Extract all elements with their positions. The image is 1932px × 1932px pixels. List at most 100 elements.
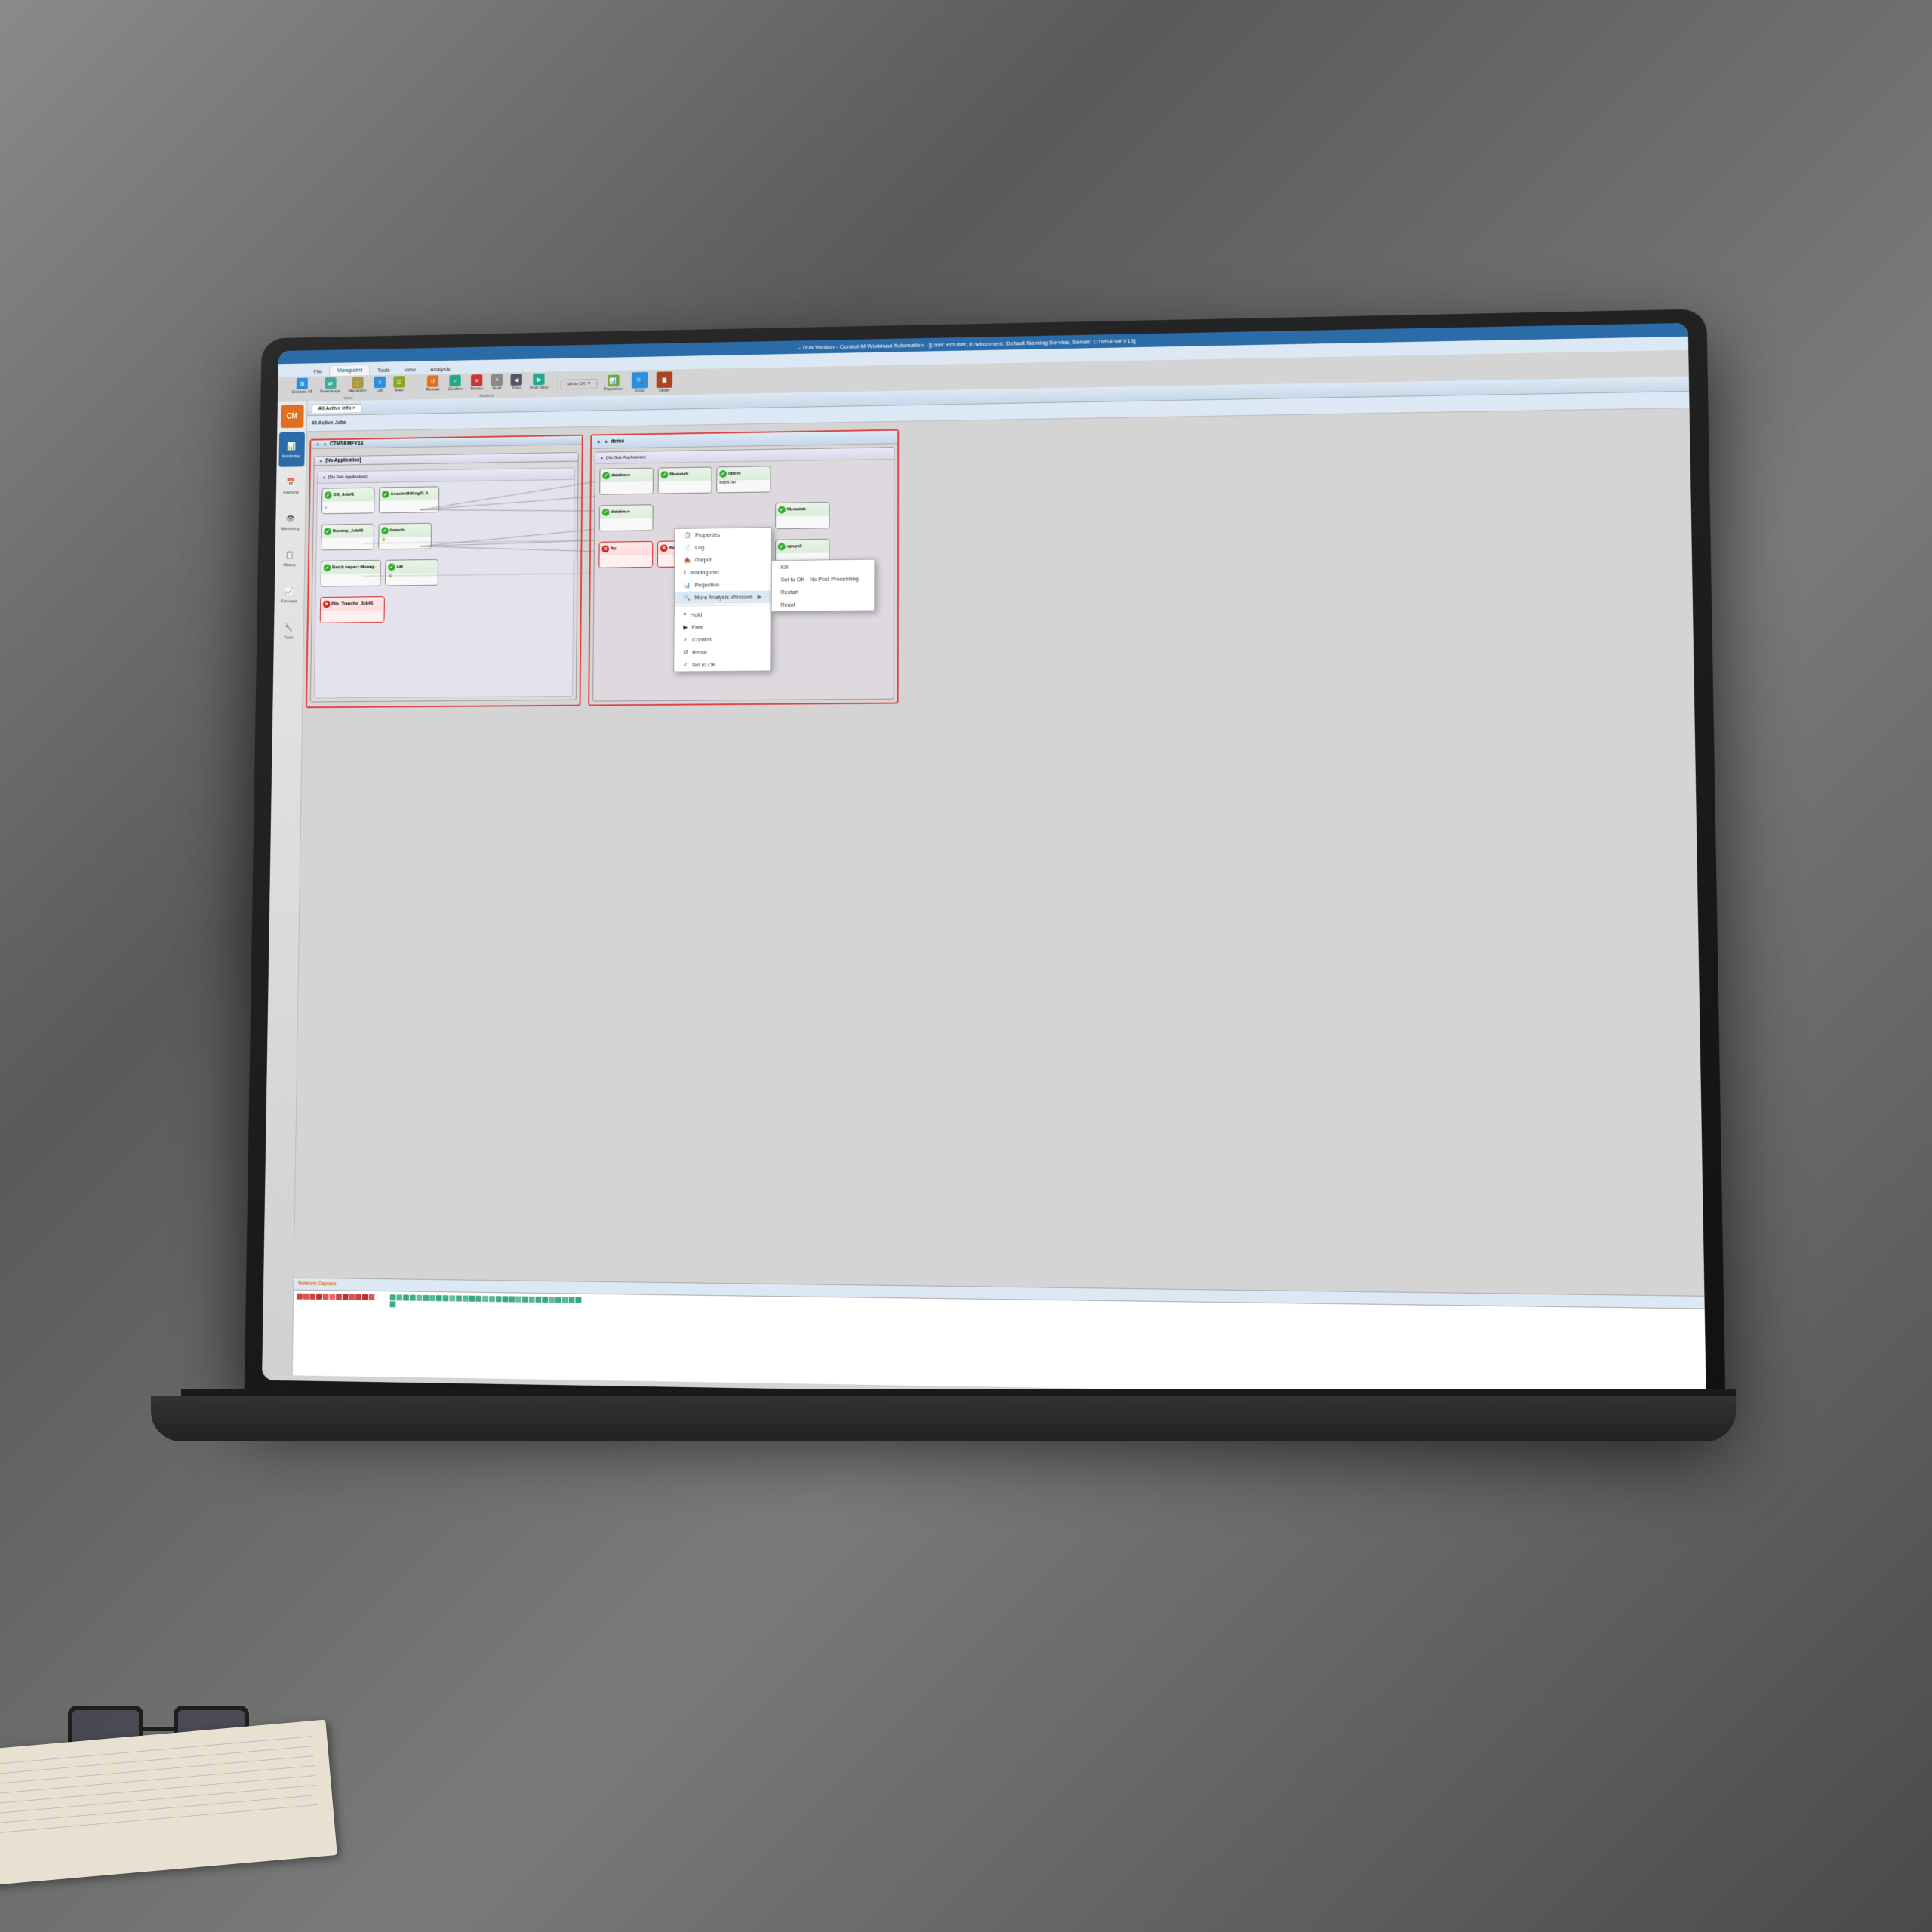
btn-order[interactable]: 📋 Order <box>654 370 675 394</box>
btn-hold[interactable]: ⏸ Hold <box>488 373 506 392</box>
rerun-icon: ↺ <box>683 649 688 656</box>
job-node-cat[interactable]: ✓ cat 🔒 <box>385 559 438 586</box>
context-menu-rerun[interactable]: ↺ Rerun <box>674 645 770 659</box>
btn-hierarchy[interactable]: ⋮ Hierarchy <box>345 375 369 395</box>
app-group-no-app: ▲ [No Application] ▲ [No Sub Application… <box>310 452 579 702</box>
job-node-database1[interactable]: ✓ database <box>599 468 654 495</box>
demo-sub-expand[interactable]: ▲ <box>600 456 605 460</box>
demo-expand-icon2[interactable]: ▲ <box>604 439 609 445</box>
map-label: Map <box>395 388 404 392</box>
opsys2-name: opsys2 <box>787 544 802 549</box>
sidebar-item-monitoring2[interactable]: 👁 Monitoring <box>277 504 303 540</box>
submenu-react[interactable]: React <box>772 598 875 611</box>
tab-viewpoint[interactable]: Viewpoint <box>329 365 370 376</box>
file-transfer-body <box>321 611 384 623</box>
screen: - Trial Version - Control-M Workload Aut… <box>262 323 1706 1404</box>
main-area: All Active Info × 40 Active Jobs ▲ <box>293 377 1706 1398</box>
sidebar-item-forecast[interactable]: 📈 Forecast <box>276 577 303 612</box>
os-job1-body: d <box>322 501 374 514</box>
batch-name: Batch Impact Manag... <box>332 565 377 571</box>
context-menu-output[interactable]: 📤 Output <box>675 552 771 566</box>
no-app-expand[interactable]: ▲ <box>318 458 323 463</box>
database2-name: database <box>611 509 629 514</box>
job-node-ftp1[interactable]: ✕ ftp <box>598 541 653 568</box>
submenu-restart[interactable]: Restart <box>772 585 875 598</box>
network-panel: Network Capture <box>293 1278 1706 1398</box>
context-menu-hold[interactable]: ⏸ Hold <box>675 607 771 621</box>
free-label: Free <box>692 623 703 630</box>
job-node-filewatch1[interactable]: ✓ filewatch <box>658 466 712 494</box>
set-to-ok-no-post-label: Set to OK - No Post Processing <box>781 575 859 583</box>
submenu-kill[interactable]: Kill <box>772 560 875 574</box>
sidebar-item-monitoring[interactable]: 📊 Monitoring <box>278 432 305 467</box>
properties-icon: 📋 <box>684 532 691 539</box>
ftp1-name: ftp <box>611 546 616 551</box>
output-label: Output <box>695 556 712 563</box>
panel-tab[interactable]: All Active Info × <box>312 403 362 413</box>
prev-icon: ◀ <box>511 374 522 386</box>
filewatch2-status: ✓ <box>778 506 786 514</box>
planning-icon: 📅 <box>285 476 297 490</box>
context-menu-confirm[interactable]: ✓ Confirm <box>674 632 770 646</box>
btn-set-to-ok[interactable]: Set to OK ▼ <box>560 378 598 389</box>
list-icon: ≡ <box>374 377 386 389</box>
cat-status: ✓ <box>388 563 395 571</box>
context-menu-set-to-ok[interactable]: ✓ Set to OK <box>674 658 770 672</box>
context-menu-log[interactable]: 📄 Log <box>675 540 771 554</box>
filewatch1-body <box>659 481 712 494</box>
btn-map[interactable]: ⊡ Map <box>391 374 408 394</box>
run-now-label: Run Now <box>530 386 548 390</box>
btn-confirm[interactable]: ✓ Confirm <box>445 374 466 393</box>
laptop-bottom <box>151 1396 1736 1441</box>
btn-rearrange[interactable]: ⇄ Rearrange <box>317 376 343 395</box>
context-menu-waiting-info[interactable]: ℹ Waiting Info <box>675 565 771 579</box>
output-icon: 📤 <box>684 557 691 564</box>
btn-prev[interactable]: ◀ Prev <box>508 372 525 392</box>
sub-app-expand[interactable]: ▲ <box>322 475 327 480</box>
tab-analysis[interactable]: Analysis <box>423 364 457 374</box>
more-analysis-label: More Analysis Windows <box>694 594 752 601</box>
job-node-os-job1[interactable]: ✓ OS_Job#1 d <box>321 488 375 515</box>
set-to-ok-menu-label: Set to OK <box>692 661 716 668</box>
btn-delete[interactable]: ✕ Delete <box>468 373 486 392</box>
btn-list[interactable]: ≡ List <box>371 375 389 395</box>
btn-find[interactable]: 🔍 Find <box>629 371 651 395</box>
sidebar-item-tools[interactable]: 🔧 Tools <box>275 614 302 649</box>
sidebar-item-planning[interactable]: 📅 Planning <box>278 468 304 503</box>
btn-expand-all[interactable]: ⊞ Expand All <box>289 376 315 395</box>
rerun-label: Rerun <box>692 649 707 656</box>
context-menu-properties[interactable]: 📋 Properties <box>675 528 771 541</box>
batch-body <box>321 574 380 586</box>
server-name-demo: demo <box>611 439 624 445</box>
submenu-set-to-ok-no-post[interactable]: Set to OK - No Post Processing <box>772 572 875 586</box>
file-transfer-status: ✕ <box>323 601 331 608</box>
screen-bezel: - Trial Version - Control-M Workload Aut… <box>262 323 1706 1404</box>
context-menu-projection[interactable]: 📊 Projection <box>675 578 771 592</box>
btn-projection[interactable]: 📊 Projection <box>601 374 626 394</box>
tab-file[interactable]: File <box>306 367 329 377</box>
filewatch1-name: filewatch <box>669 472 688 477</box>
server-expand-icon[interactable]: ▲ <box>315 441 321 447</box>
rearrange-icon: ⇄ <box>325 377 336 389</box>
tab-tools[interactable]: Tools <box>371 365 398 375</box>
context-menu-free[interactable]: ▶ Free <box>675 620 771 634</box>
tab-view[interactable]: View <box>397 365 423 374</box>
job-node-dummy-job3[interactable]: ✓ Dummy_Job#3 <box>321 524 374 551</box>
job-node-branch[interactable]: ✓ branch 🔒 <box>378 523 432 550</box>
sidebar-item-history[interactable]: 📋 History <box>277 540 303 576</box>
job-node-file-transfer[interactable]: ✕ File_Transfer_Job#1 <box>320 596 385 623</box>
monitoring-label: Monitoring <box>282 454 300 459</box>
job-node-opsys1[interactable]: ✓ opsys scrpt1.bat <box>716 466 771 493</box>
btn-restart[interactable]: ↺ Restart <box>423 374 442 393</box>
hold-label: Hold <box>492 386 501 391</box>
server-expand-icon2[interactable]: ▲ <box>322 441 328 447</box>
btn-run-now[interactable]: ▶ Run Now <box>528 372 552 392</box>
context-menu-more-analysis[interactable]: 🔍 More Analysis Windows ▶ <box>675 590 771 604</box>
job-node-acquirebilling[interactable]: ✓ AcquireBillingSLA <box>379 486 439 513</box>
demo-expand-icon[interactable]: ▲ <box>596 439 601 445</box>
job-node-database2[interactable]: ✓ database <box>599 504 654 531</box>
cat-name: cat <box>397 565 403 569</box>
tools-label: Tools <box>284 636 293 641</box>
job-node-batch-impact[interactable]: ✓ Batch Impact Manag... <box>321 560 381 587</box>
job-node-filewatch2[interactable]: ✓ filewatch <box>775 502 830 529</box>
